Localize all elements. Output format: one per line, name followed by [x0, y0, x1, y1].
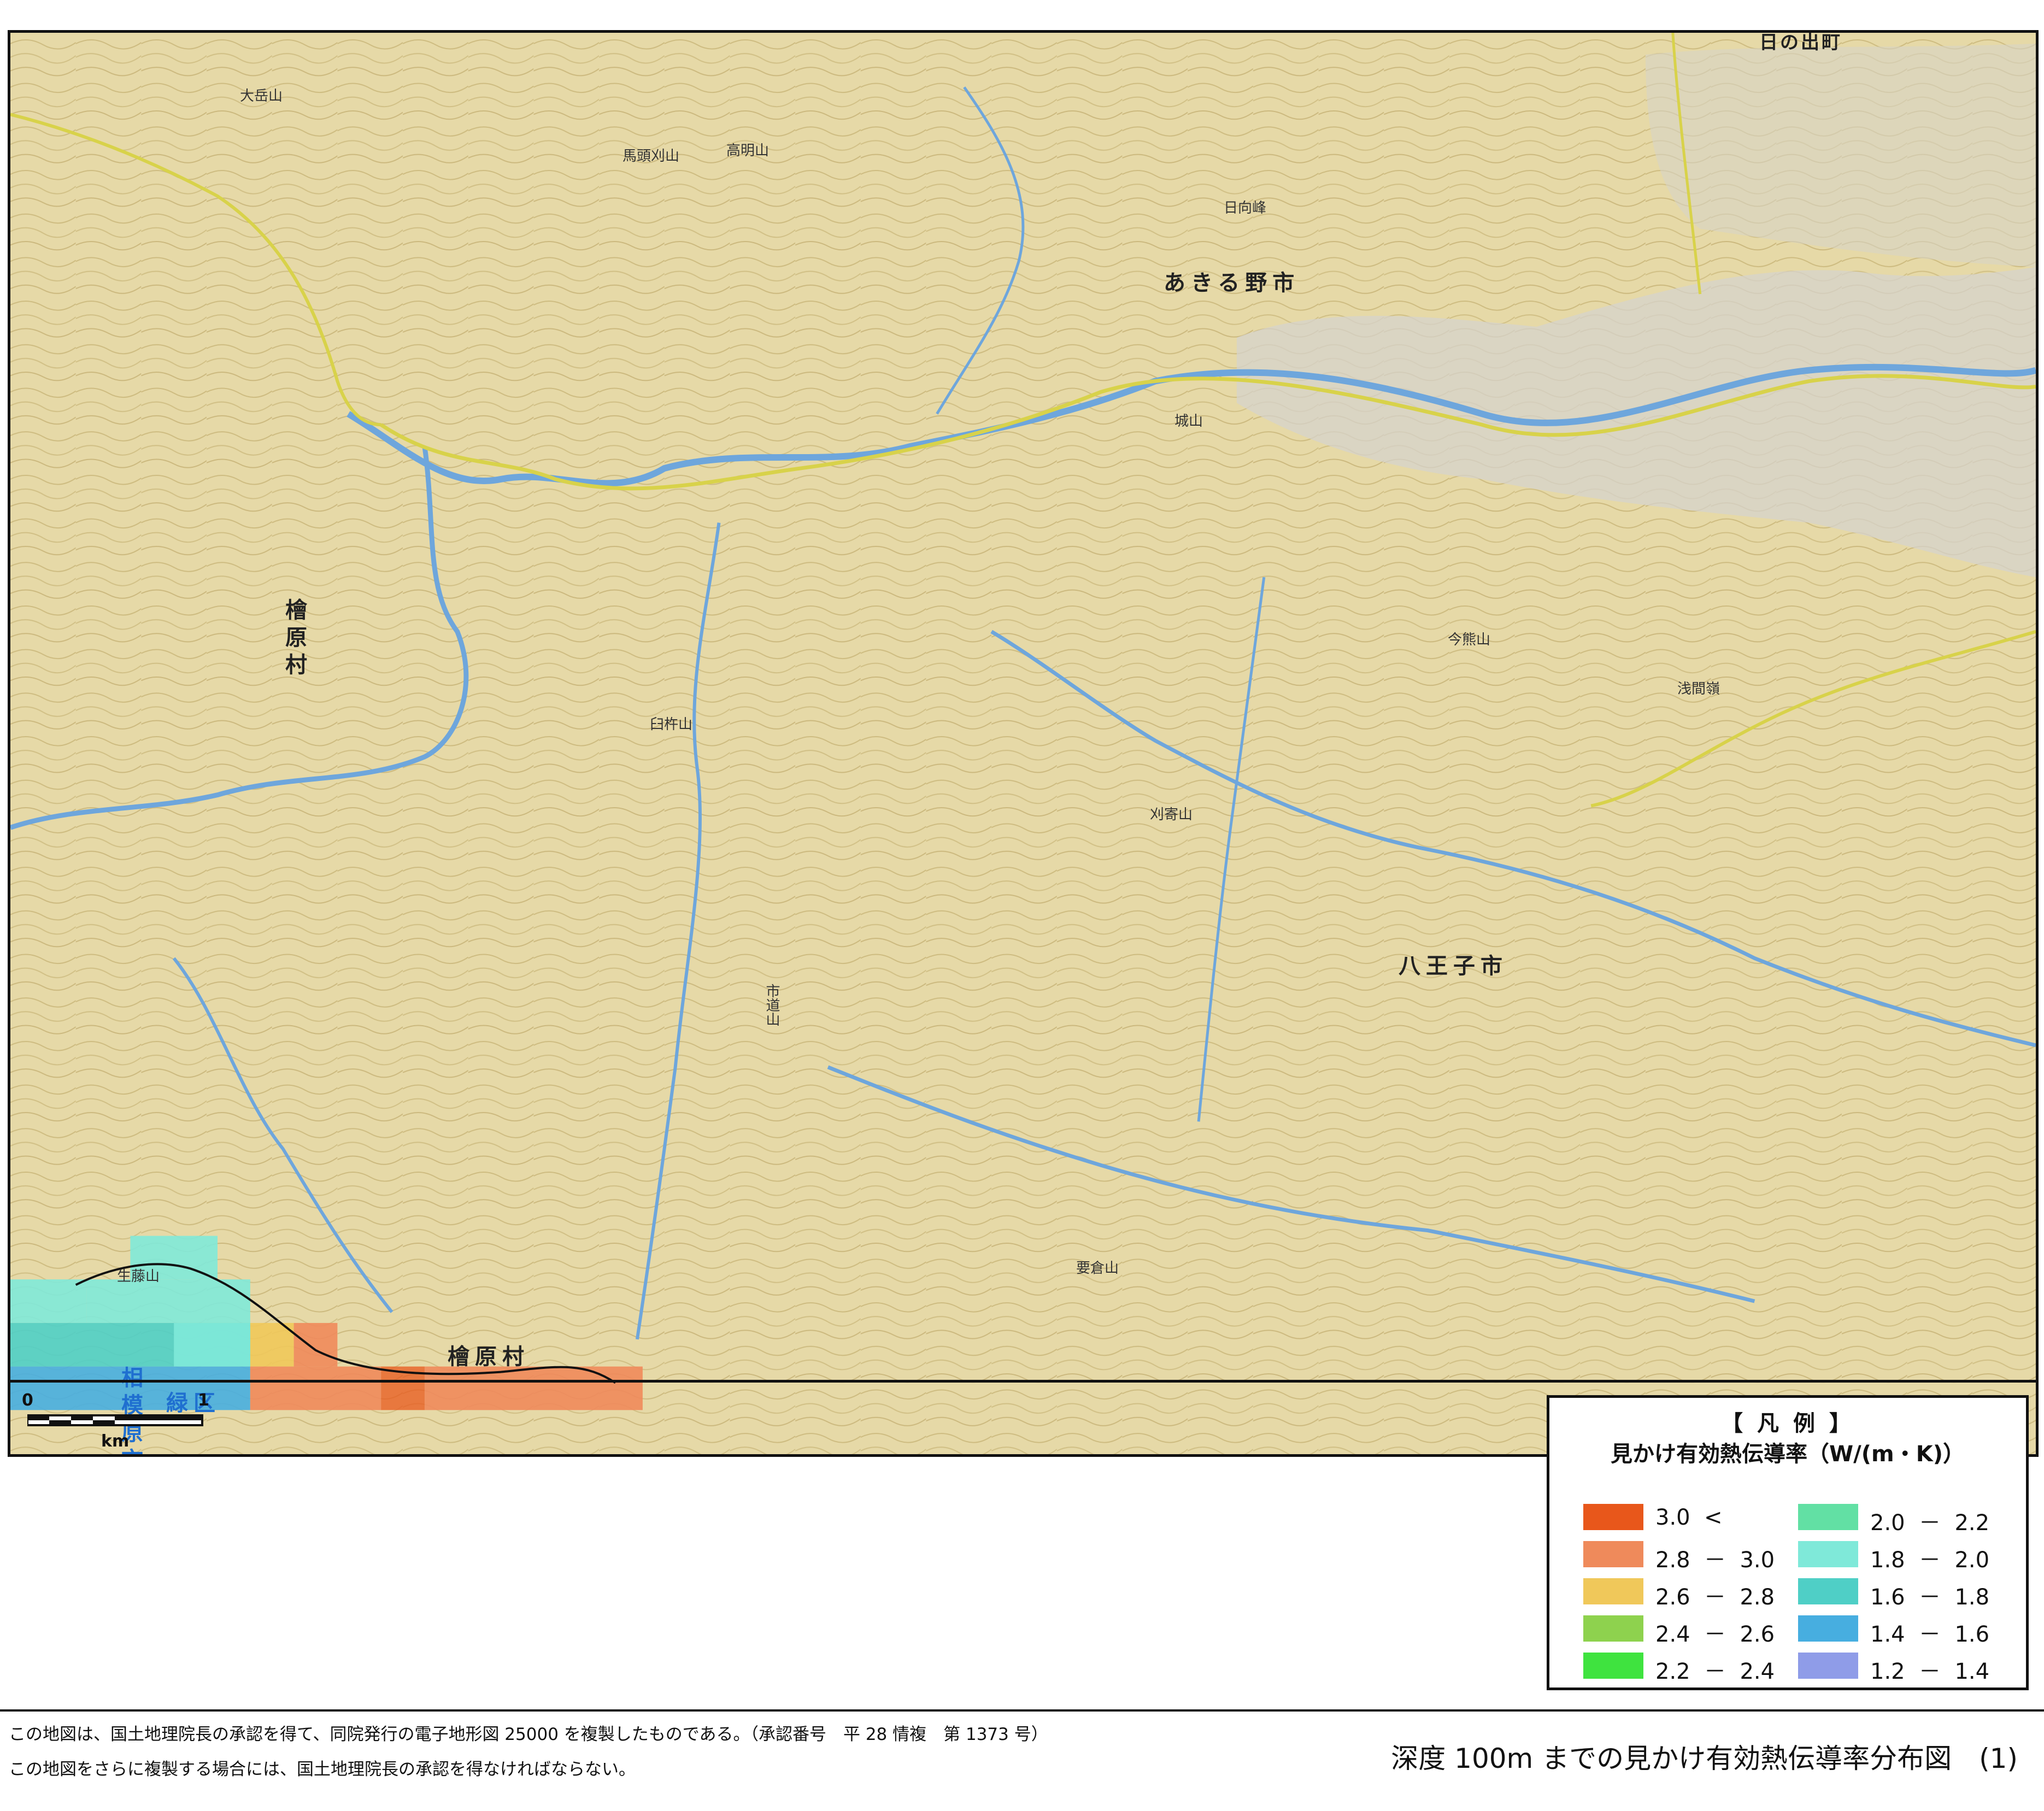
map-canvas [10, 33, 2036, 1454]
peak-label: 今熊山 [1448, 632, 1491, 648]
peak-label: 臼杵山 [650, 716, 693, 733]
place-hinohara-north: 檜原村 [281, 598, 307, 680]
legend-label: 2.4 － 2.6 [1655, 1622, 1775, 1647]
legend-label: 1.8 － 2.0 [1870, 1548, 1990, 1573]
place-hachioji: 八王子市 [1399, 954, 1508, 979]
legend-swatch [1583, 1541, 1643, 1567]
legend-swatch [1583, 1615, 1643, 1642]
peak-label: 高明山 [726, 143, 770, 159]
legend-swatch [1798, 1615, 1858, 1642]
legend: 【 凡 例 】 見かけ有効熱伝導率（W/(m・K)） 3.0 < 2.8 － 3… [1547, 1395, 2029, 1690]
legend-label: 2.6 － 2.8 [1655, 1585, 1775, 1610]
place-hinohara-south: 檜原村 [448, 1344, 530, 1369]
scale-ruler [27, 1414, 203, 1426]
legend-swatch [1583, 1504, 1643, 1530]
legend-swatch [1798, 1578, 1858, 1604]
peak-label: 馬頭刈山 [622, 148, 680, 164]
legend-label: 3.0 < [1655, 1505, 1723, 1530]
legend-swatch [1583, 1653, 1643, 1679]
scale-start: 0 [22, 1391, 33, 1410]
map-credit-line-2: この地図をさらに複製する場合には、国土地理院長の承認を得なければならない。 [9, 1760, 636, 1779]
scale-unit: km [101, 1432, 130, 1451]
place-hinode: 日の出町 [1759, 32, 1842, 54]
topographic-map[interactable]: 日の出町 あきる野市 檜原村 檜原村 八王子市 緑区 相模原市 馬頭刈山 高明山… [8, 30, 2039, 1457]
map-credit-line-1: この地図は、国土地理院長の承認を得て、同院発行の電子地形図 25000 を複製し… [9, 1725, 1048, 1744]
peak-label: 城山 [1174, 413, 1203, 430]
figure-title: 深度 100m までの見かけ有効熱伝導率分布図 (1) [1391, 1743, 2018, 1774]
legend-swatch [1798, 1541, 1858, 1567]
legend-label: 1.6 － 1.8 [1870, 1585, 1990, 1610]
peak-label: 刈寄山 [1150, 807, 1193, 823]
peak-label: 浅間嶺 [1677, 681, 1720, 697]
peak-label: 生藤山 [117, 1268, 160, 1285]
peak-label: 大岳山 [240, 88, 283, 104]
legend-swatch [1798, 1504, 1858, 1530]
scale-end: 1 [198, 1391, 209, 1410]
legend-label: 2.2 － 2.4 [1655, 1659, 1775, 1684]
legend-subtitle: 見かけ有効熱伝導率（W/(m・K)） [1611, 1442, 1965, 1467]
contour-lines [10, 33, 2036, 1454]
legend-swatch [1583, 1578, 1643, 1604]
peak-label: 市道山 [763, 984, 780, 1026]
legend-label: 1.2 － 1.4 [1870, 1659, 1990, 1684]
scale-bar: 0 1 km [22, 1391, 213, 1456]
legend-title: 【 凡 例 】 [1721, 1411, 1854, 1436]
footer-divider [0, 1709, 2044, 1712]
legend-label: 2.8 － 3.0 [1655, 1548, 1775, 1573]
map-bottom-border [8, 1380, 2039, 1383]
legend-label: 1.4 － 1.6 [1870, 1622, 1990, 1647]
legend-swatch [1798, 1653, 1858, 1679]
legend-label: 2.0 － 2.2 [1870, 1510, 1990, 1536]
place-akiruno: あきる野市 [1164, 271, 1300, 296]
peak-label: 要倉山 [1076, 1260, 1119, 1277]
peak-label: 日向峰 [1224, 200, 1267, 216]
